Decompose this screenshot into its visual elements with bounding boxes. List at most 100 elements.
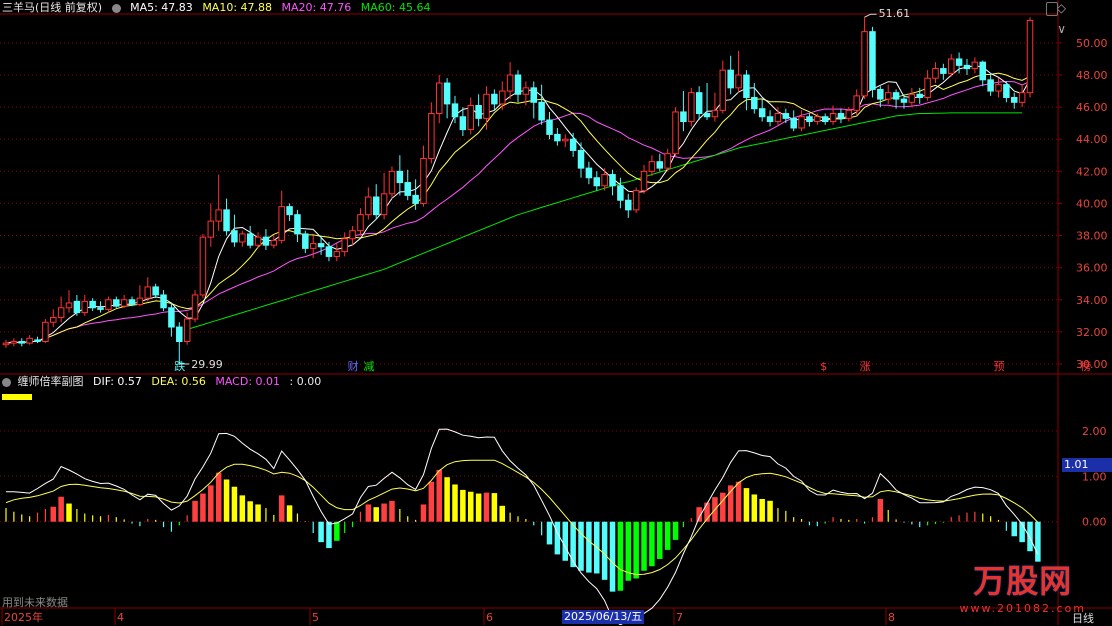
candle-up — [996, 85, 1002, 91]
settings-icon-sub[interactable] — [2, 378, 11, 387]
macd-bar — [224, 479, 230, 521]
macd-bar — [570, 522, 576, 567]
candle-up — [484, 94, 490, 118]
dea-label: DEA: 0.56 — [151, 375, 205, 388]
macd-bar — [578, 522, 584, 571]
macd-bar — [856, 519, 857, 522]
candle-up — [799, 117, 805, 128]
watermark-brand: 万股网 — [960, 556, 1086, 602]
macd-bar — [468, 492, 474, 522]
macd-bar — [13, 512, 14, 522]
macd-bar — [633, 522, 639, 579]
macd-bar — [895, 519, 896, 521]
macd-bar — [982, 514, 983, 522]
macd-bar — [525, 519, 526, 522]
candle-down — [704, 114, 710, 117]
candle-up — [51, 317, 57, 322]
candle-up — [271, 240, 277, 245]
candle-up — [184, 319, 190, 341]
macd-bar — [29, 516, 30, 521]
price-tick-label: 34.00 — [1076, 294, 1108, 307]
macd-bar — [499, 506, 505, 522]
candle-down — [917, 94, 923, 97]
candle-down — [295, 215, 301, 234]
candle-down — [373, 197, 379, 215]
candle-up — [523, 88, 529, 94]
macd-bar — [460, 490, 466, 522]
macd-bar — [436, 470, 442, 522]
candle-up — [1027, 20, 1033, 92]
candle-up — [862, 32, 868, 96]
candle-down — [19, 341, 25, 343]
macd-bar — [673, 522, 679, 540]
macd-bar — [492, 493, 498, 522]
macd-bar — [943, 522, 944, 523]
candle-up — [909, 94, 915, 102]
ma60-label: MA60: 45.64 — [361, 1, 431, 14]
macd-bar — [864, 522, 865, 524]
stock-title[interactable]: 三羊马(日线 前复权) — [2, 1, 102, 14]
macd-bar — [759, 499, 765, 522]
candle-up — [602, 175, 608, 186]
candle-down — [822, 117, 828, 122]
macd-bar — [586, 522, 592, 573]
macd-bar — [517, 516, 518, 521]
candle-up — [720, 70, 726, 110]
candle-down — [728, 70, 734, 88]
cursor-date-box: 2025/06/13/五 — [562, 610, 644, 624]
candle-up — [43, 322, 49, 341]
macd-bar — [407, 516, 408, 521]
candle-up — [948, 59, 954, 73]
settings-icon[interactable] — [112, 4, 121, 13]
candle-down — [224, 210, 230, 231]
candle-up — [736, 75, 742, 88]
candle-up — [350, 231, 356, 239]
candle-down — [539, 102, 545, 120]
scroll-handle-icon[interactable] — [1046, 2, 1058, 16]
macd-bar — [279, 495, 285, 521]
candle-up — [507, 75, 513, 91]
candle-down — [1004, 85, 1010, 98]
candle-up — [240, 234, 246, 242]
macd-bar — [555, 522, 561, 555]
candle-up — [200, 237, 206, 295]
price-tick-label: 40.00 — [1076, 197, 1108, 210]
date-label: 8 — [888, 611, 895, 624]
macd-bar — [92, 515, 93, 521]
candle-down — [326, 247, 332, 257]
candle-up — [58, 308, 64, 318]
macd-bar — [187, 515, 188, 521]
candle-down — [696, 93, 702, 114]
macd-bar — [344, 522, 345, 533]
chart-canvas[interactable]: 50.0048.0046.0044.0042.0040.0038.0036.00… — [0, 0, 1112, 625]
macd-bar — [484, 493, 490, 522]
candle-down — [90, 301, 96, 307]
price-tick-label: 48.00 — [1076, 69, 1108, 82]
diamond-icon[interactable]: ◇ — [1057, 1, 1066, 15]
macd-bar — [1006, 522, 1007, 531]
candle-up — [216, 210, 222, 221]
macd-bar — [116, 517, 117, 522]
event-label: 财 — [348, 359, 359, 373]
macd-bar — [444, 477, 450, 522]
macd-bar — [510, 513, 511, 522]
macd-bar — [657, 522, 663, 559]
chevron-down-icon[interactable]: ∨ — [1057, 22, 1066, 36]
candle-down — [893, 93, 899, 99]
macd-bar — [793, 517, 794, 522]
macd-tick-label: 1.00 — [1082, 470, 1107, 483]
price-tick-label: 38.00 — [1076, 230, 1108, 243]
candle-down — [988, 80, 994, 91]
macd-bar — [911, 522, 912, 525]
candle-down — [452, 104, 458, 117]
candle-down — [153, 287, 159, 295]
ma60-line — [187, 113, 1022, 330]
price-tick-label: 42.00 — [1076, 165, 1108, 178]
macd-bar — [533, 522, 534, 526]
indicator-title[interactable]: 缠师倍率副图 — [18, 375, 84, 388]
macd-bar — [998, 520, 999, 522]
macd-bar — [247, 501, 253, 521]
candle-down — [767, 117, 773, 122]
macd-bar — [476, 494, 482, 522]
macd-bar — [313, 522, 314, 533]
